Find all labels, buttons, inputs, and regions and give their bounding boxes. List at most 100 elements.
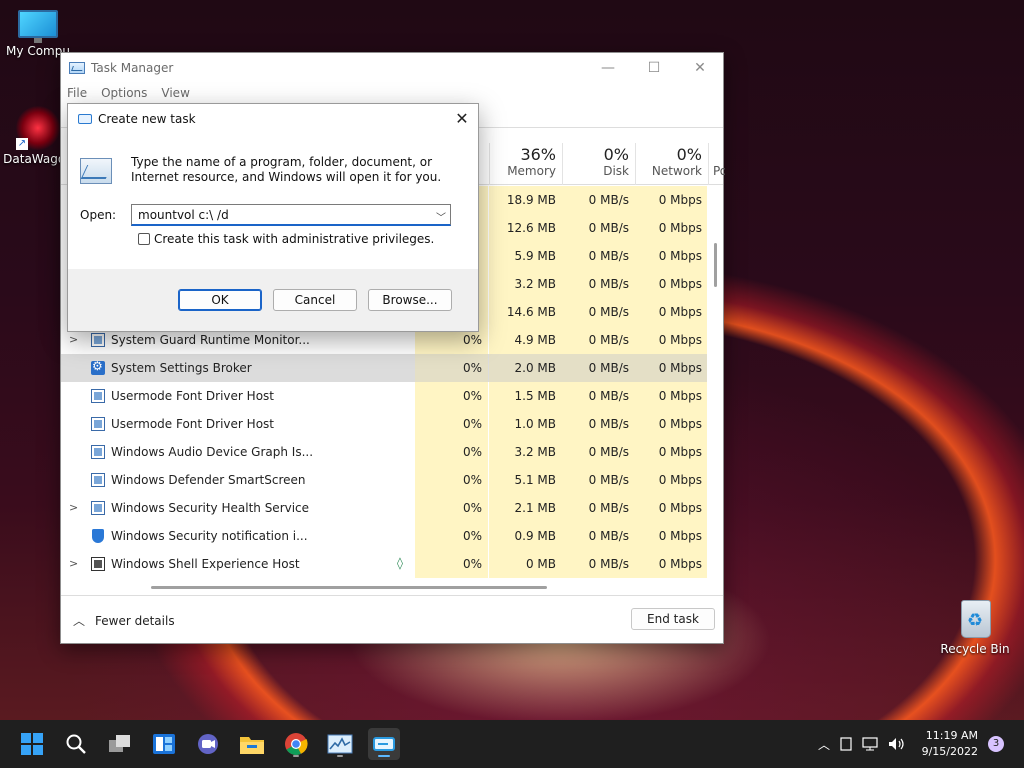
memory-cell: 1.5 MB <box>489 382 562 410</box>
menu-file[interactable]: File <box>67 86 87 100</box>
network-cell: 0 Mbps <box>635 466 707 494</box>
search-icon <box>66 734 86 754</box>
efficiency-mode-leaf-icon: ◊ <box>397 556 403 570</box>
disk-cell: 0 MB/s <box>562 550 635 578</box>
memory-cell: 5.1 MB <box>489 466 562 494</box>
disk-cell: 0 MB/s <box>562 298 635 326</box>
disk-percent: 0% <box>603 145 629 164</box>
network-cell: 0 Mbps <box>635 382 707 410</box>
vertical-scrollbar-thumb[interactable] <box>714 243 717 287</box>
maximize-icon[interactable]: ☐ <box>631 53 677 83</box>
app-window-icon <box>91 445 105 459</box>
widgets-button[interactable] <box>148 728 180 760</box>
app-window-icon <box>91 473 105 487</box>
dialog-titlebar[interactable]: Create new task <box>68 104 478 134</box>
run-dialog-taskbar-button[interactable] <box>368 728 400 760</box>
table-row-selected[interactable]: System Settings Broker 0% 2.0 MB 0 MB/s … <box>61 354 707 382</box>
memory-cell: 2.1 MB <box>489 494 562 522</box>
disk-cell: 0 MB/s <box>562 382 635 410</box>
chevron-right-icon[interactable]: > <box>69 494 78 522</box>
windows-logo-icon <box>21 733 43 755</box>
menu-options[interactable]: Options <box>101 86 147 100</box>
fewer-details-label: Fewer details <box>95 613 175 628</box>
file-explorer-button[interactable] <box>236 728 268 760</box>
close-icon[interactable]: ✕ <box>446 104 478 134</box>
task-manager-taskbar-button[interactable] <box>324 728 356 760</box>
dialog-button-bar: OK Cancel Browse... <box>68 269 478 331</box>
table-row[interactable]: Windows Defender SmartScreen 0% 5.1 MB 0… <box>61 466 707 494</box>
open-input[interactable]: mountvol c:\ /d ﹀ <box>131 204 451 226</box>
cpu-cell: 0% <box>415 522 488 550</box>
table-row[interactable]: Windows Security notification i... 0% 0.… <box>61 522 707 550</box>
disk-cell: 0 MB/s <box>562 186 635 214</box>
column-header-power[interactable]: Po <box>708 143 725 185</box>
app-window-icon <box>91 333 105 347</box>
notification-badge[interactable]: 3 <box>988 736 1004 752</box>
network-cell: 0 Mbps <box>635 186 707 214</box>
desktop-icon-recycle-bin[interactable]: ♻ Recycle Bin <box>937 596 1013 656</box>
chevron-up-icon[interactable]: ︿ <box>814 736 834 753</box>
close-icon[interactable]: ✕ <box>677 53 723 83</box>
tablet-icon[interactable] <box>834 737 858 751</box>
disk-cell: 0 MB/s <box>562 410 635 438</box>
horizontal-scrollbar-thumb[interactable] <box>151 586 547 589</box>
shortcut-arrow-icon: ↗ <box>16 138 28 150</box>
network-cell: 0 Mbps <box>635 242 707 270</box>
teams-chat-button[interactable] <box>192 728 224 760</box>
chrome-button[interactable] <box>280 728 312 760</box>
task-view-button[interactable] <box>104 728 136 760</box>
cancel-button[interactable]: Cancel <box>273 289 357 311</box>
disk-cell: 0 MB/s <box>562 494 635 522</box>
table-row[interactable]: Windows Audio Device Graph Is... 0% 3.2 … <box>61 438 707 466</box>
column-header-disk[interactable]: 0% Disk <box>562 143 635 185</box>
column-header-memory[interactable]: 36% Memory <box>489 143 562 185</box>
checkbox-box[interactable] <box>138 233 150 245</box>
ok-button[interactable]: OK <box>178 289 262 311</box>
table-row[interactable]: > Windows Security Health Service 0% 2.1… <box>61 494 707 522</box>
memory-cell: 0.9 MB <box>489 522 562 550</box>
search-button[interactable] <box>60 728 92 760</box>
process-name: Windows Security notification i... <box>111 529 308 543</box>
taskbar: ︿ 11:19 AM 9/15/2022 3 <box>0 720 1024 768</box>
end-task-button[interactable]: End task <box>631 608 715 630</box>
monitor-icon <box>18 10 58 43</box>
process-name: Usermode Font Driver Host <box>111 417 274 431</box>
memory-label: Memory <box>507 164 556 178</box>
power-label: Po <box>713 164 725 178</box>
clock[interactable]: 11:19 AM 9/15/2022 <box>922 728 978 760</box>
table-row[interactable]: > Windows Shell Experience Host ◊ 0% 0 M… <box>61 550 707 578</box>
disk-cell: 0 MB/s <box>562 438 635 466</box>
admin-privileges-checkbox[interactable]: Create this task with administrative pri… <box>138 232 434 246</box>
minimize-icon[interactable]: — <box>585 53 631 83</box>
network-cell: 0 Mbps <box>635 354 707 382</box>
memory-cell: 3.2 MB <box>489 438 562 466</box>
admin-privileges-label: Create this task with administrative pri… <box>154 232 435 246</box>
dialog-description: Type the name of a program, folder, docu… <box>131 155 442 184</box>
table-row[interactable]: Usermode Font Driver Host 0% 1.0 MB 0 MB… <box>61 410 707 438</box>
desktop-icon-my-computer[interactable]: My Compu <box>0 10 76 58</box>
open-input-value: mountvol c:\ /d <box>138 208 229 222</box>
network-icon[interactable] <box>858 737 884 751</box>
table-row[interactable]: Usermode Font Driver Host 0% 1.5 MB 0 MB… <box>61 382 707 410</box>
network-cell: 0 Mbps <box>635 410 707 438</box>
memory-percent: 36% <box>520 145 556 164</box>
menu-view[interactable]: View <box>161 86 189 100</box>
disk-cell: 0 MB/s <box>562 466 635 494</box>
network-cell: 0 Mbps <box>635 522 707 550</box>
cpu-cell: 0% <box>415 438 488 466</box>
chevron-right-icon[interactable]: > <box>69 550 78 578</box>
task-manager-large-icon <box>80 158 112 184</box>
fewer-details-toggle[interactable]: ︿ Fewer details <box>73 612 175 629</box>
memory-cell: 14.6 MB <box>489 298 562 326</box>
chevron-down-icon[interactable]: ﹀ <box>436 209 446 229</box>
memory-cell: 4.9 MB <box>489 326 562 354</box>
start-button[interactable] <box>16 728 48 760</box>
browse-button[interactable]: Browse... <box>368 289 452 311</box>
disk-cell: 0 MB/s <box>562 326 635 354</box>
volume-icon[interactable] <box>884 737 910 751</box>
datawagon-logo-icon: ↗ <box>16 106 60 150</box>
cpu-cell: 0% <box>415 550 488 578</box>
cpu-cell: 0% <box>415 494 488 522</box>
column-header-network[interactable]: 0% Network <box>635 143 708 185</box>
disk-cell: 0 MB/s <box>562 354 635 382</box>
